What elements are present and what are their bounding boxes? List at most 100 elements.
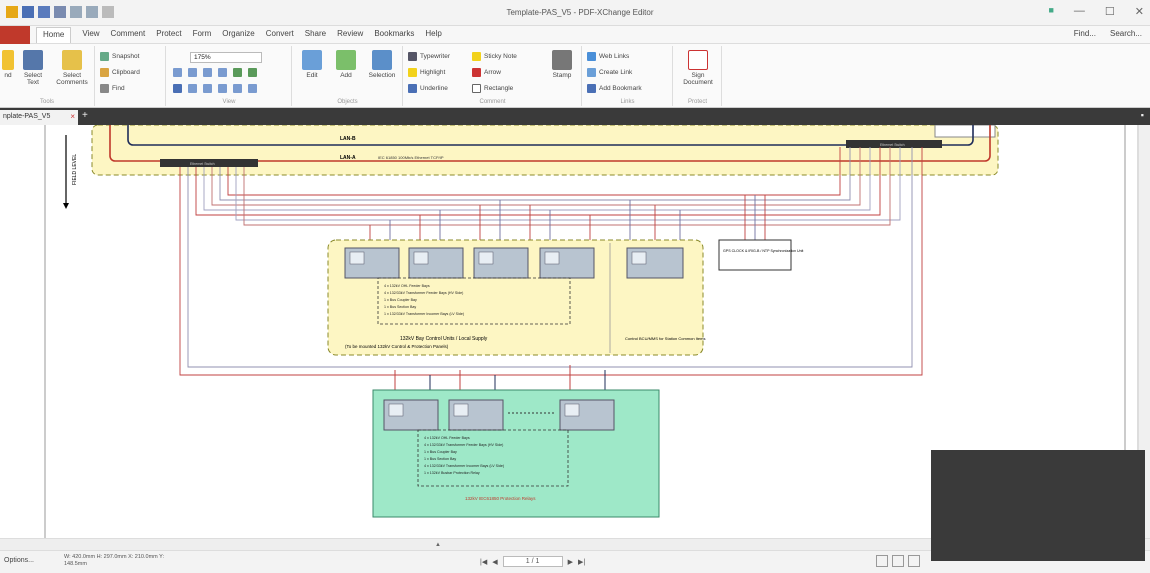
select-comments-button[interactable]: Select Comments — [50, 50, 94, 86]
menu-home[interactable]: Home — [36, 27, 72, 43]
undo-icon[interactable] — [70, 6, 82, 18]
hand-tool-button[interactable]: nd — [0, 50, 16, 79]
scroll-thumb-icon[interactable]: ▲ — [435, 542, 441, 548]
arrow-label: Arrow — [484, 69, 501, 76]
last-page-icon[interactable]: ▶| — [578, 558, 585, 566]
minimize-button[interactable]: — — [1074, 5, 1085, 18]
page-number-input[interactable]: 1 / 1 — [502, 556, 563, 567]
find-button[interactable]: Find... — [1074, 29, 1096, 38]
menu-convert[interactable]: Convert — [266, 29, 294, 43]
fit-icon[interactable] — [203, 84, 212, 93]
ribbon-group-objects: Edit Add Selection Objects — [293, 46, 403, 106]
control-group-caption: 132kV Bay Control Units / Local Supply — [400, 336, 488, 342]
menu-review[interactable]: Review — [337, 29, 363, 43]
find-tool-button[interactable]: Find — [100, 84, 125, 93]
view-icon[interactable] — [102, 6, 114, 18]
view-group-label: View — [222, 99, 236, 105]
underline-button[interactable]: Underline — [408, 84, 448, 93]
page-icon[interactable] — [188, 68, 197, 77]
snapshot-label: Snapshot — [112, 53, 140, 60]
sticky-note-button[interactable]: Sticky Note — [472, 52, 517, 61]
options-button[interactable]: Options... — [4, 557, 34, 564]
view-buttons-row2 — [173, 84, 257, 93]
fit-icon[interactable] — [188, 84, 197, 93]
svg-text:1 x 132kV Busbar Protection Re: 1 x 132kV Busbar Protection Relay — [424, 471, 480, 475]
link-icon — [587, 68, 596, 77]
fit-icon[interactable] — [233, 84, 242, 93]
scan-icon[interactable] — [38, 6, 50, 18]
document-tab[interactable]: nplate-PAS_V5 × — [0, 110, 78, 125]
file-menu[interactable] — [0, 26, 30, 44]
right-group-caption: Control BCU/MMS for Station Common Items — [625, 336, 705, 341]
clipboard-button[interactable]: Clipboard — [100, 68, 140, 77]
fit-icon[interactable] — [218, 84, 227, 93]
select-text-button[interactable]: Select Text — [18, 50, 48, 86]
create-link-button[interactable]: Create Link — [587, 68, 632, 77]
stamp-button[interactable]: Stamp — [546, 50, 578, 79]
fit-icon[interactable] — [248, 84, 257, 93]
menu-bookmarks[interactable]: Bookmarks — [374, 29, 414, 43]
typewriter-button[interactable]: Typewriter — [408, 52, 450, 61]
add-bookmark-button[interactable]: Add Bookmark — [587, 84, 642, 93]
continuous-page-icon[interactable] — [892, 555, 904, 567]
rotate-icon[interactable] — [233, 68, 242, 77]
close-tab-icon[interactable]: × — [70, 112, 75, 121]
svg-text:4 x 132kV OHL Feeder Bays: 4 x 132kV OHL Feeder Bays — [424, 436, 470, 440]
rectangle-label: Rectangle — [484, 85, 514, 92]
fit-icon[interactable] — [173, 84, 182, 93]
select-comments-label: Select Comments — [56, 72, 88, 86]
menu-form[interactable]: Form — [193, 29, 212, 43]
window-title: Template-PAS_V5 - PDF-XChange Editor — [506, 8, 654, 17]
objects-group-label: Objects — [337, 99, 358, 105]
page-icon[interactable] — [173, 68, 182, 77]
rectangle-button[interactable]: Rectangle — [472, 84, 513, 93]
ribbon: nd Select Text Select Comments Tools Sna… — [0, 44, 1150, 108]
control-group-caption2: (To be mounted 132kV Control & Protectio… — [345, 344, 449, 349]
print-icon[interactable] — [54, 6, 66, 18]
status-icon[interactable]: ■ — [1048, 5, 1053, 18]
add-tab-button[interactable]: + — [82, 110, 88, 121]
web-links-button[interactable]: Web Links — [587, 52, 629, 61]
prev-page-icon[interactable]: ◀ — [492, 558, 497, 566]
menu-bar: Home View Comment Protect Form Organize … — [0, 26, 1150, 44]
ribbon-group-tools: nd Select Text Select Comments Tools — [0, 46, 95, 106]
binoculars-icon — [100, 84, 109, 93]
snapshot-button[interactable]: Snapshot — [100, 52, 139, 61]
selection-button[interactable]: Selection — [363, 50, 401, 79]
tabs-menu-icon[interactable]: ▪ — [1141, 110, 1144, 120]
edit-button[interactable]: Edit — [297, 50, 327, 79]
highlight-button[interactable]: Highlight — [408, 68, 445, 77]
svg-text:4 x 132/33kV Transformer Feede: 4 x 132/33kV Transformer Feeder Bays (HV… — [384, 291, 463, 295]
page-icon[interactable] — [203, 68, 212, 77]
first-page-icon[interactable]: |◀ — [480, 558, 487, 566]
sticky-note-label: Sticky Note — [484, 53, 517, 60]
menu-protect[interactable]: Protect — [156, 29, 181, 43]
svg-text:4 x 132kV OHL Feeder Bays: 4 x 132kV OHL Feeder Bays — [384, 284, 430, 288]
bay-control-units — [344, 247, 684, 279]
page-icon[interactable] — [218, 68, 227, 77]
menu-help[interactable]: Help — [425, 29, 441, 43]
sign-document-button[interactable]: Sign Document — [676, 50, 720, 86]
search-button[interactable]: Search... — [1110, 29, 1142, 38]
zoom-input[interactable]: 175% — [190, 52, 262, 63]
add-button[interactable]: Add — [331, 50, 361, 79]
folder-icon[interactable] — [6, 6, 18, 18]
svg-text:1 x Bus Section Bay: 1 x Bus Section Bay — [384, 305, 416, 309]
highlight-label: Highlight — [420, 69, 446, 76]
arrow-button[interactable]: Arrow — [472, 68, 501, 77]
title-bar: Template-PAS_V5 - PDF-XChange Editor ■ —… — [0, 0, 1150, 26]
menu-right: Find... Search... — [1074, 29, 1142, 38]
maximize-button[interactable]: ☐ — [1105, 5, 1115, 18]
menu-comment[interactable]: Comment — [111, 29, 146, 43]
single-page-icon[interactable] — [876, 555, 888, 567]
close-button[interactable]: ✕ — [1135, 5, 1144, 18]
overlay-panel — [931, 450, 1145, 561]
redo-icon[interactable] — [86, 6, 98, 18]
rotate-icon[interactable] — [248, 68, 257, 77]
menu-share[interactable]: Share — [305, 29, 326, 43]
facing-page-icon[interactable] — [908, 555, 920, 567]
menu-view[interactable]: View — [82, 29, 99, 43]
save-icon[interactable] — [22, 6, 34, 18]
next-page-icon[interactable]: ▶ — [568, 558, 573, 566]
menu-organize[interactable]: Organize — [222, 29, 254, 43]
